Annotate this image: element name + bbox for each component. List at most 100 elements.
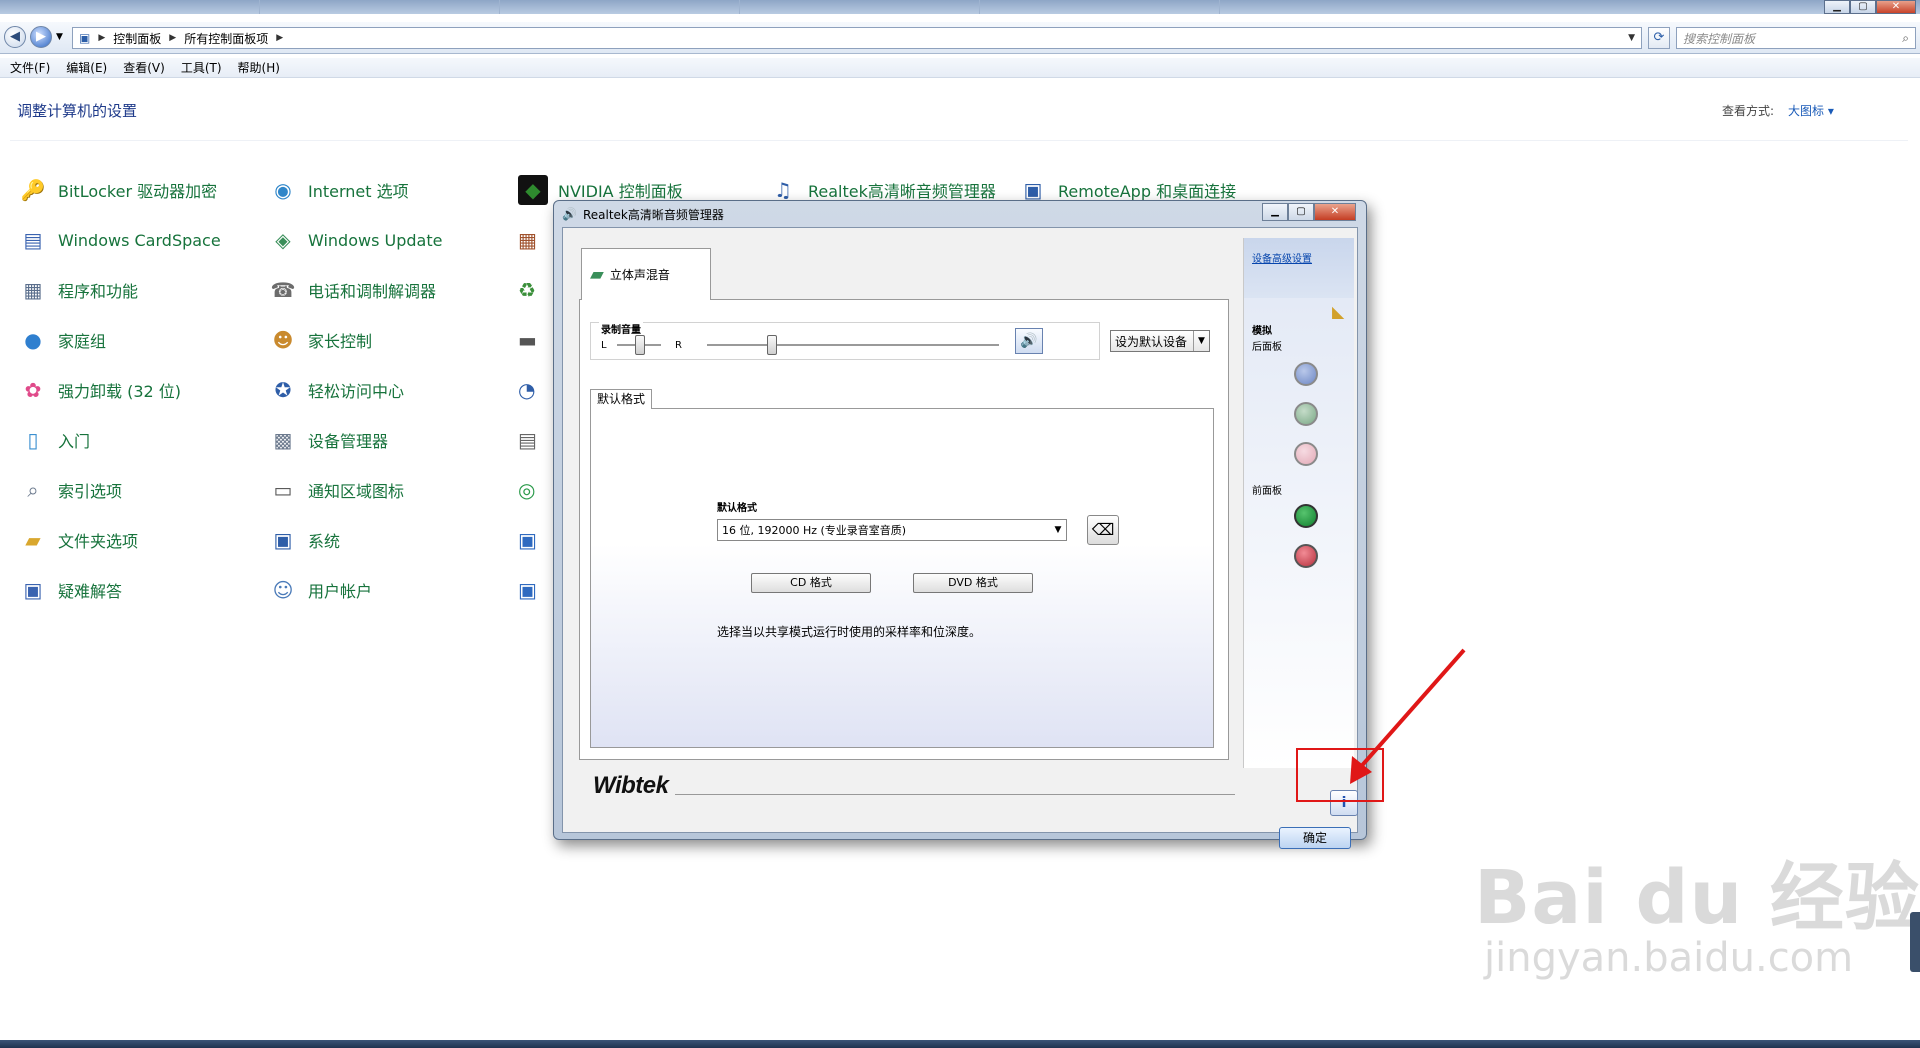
volume-track <box>707 344 999 346</box>
rear-jack-blue[interactable] <box>1294 362 1318 386</box>
tab-panel: 录制音量 L R 🔊 设为默认设备 ▼ 默认格式 默认格式 16 位, 1920… <box>579 299 1229 760</box>
rear-jack-pink[interactable] <box>1294 442 1318 466</box>
view-mode-dropdown[interactable]: 大图标 ▾ <box>1788 102 1834 119</box>
rear-panel-label: 后面板 <box>1252 342 1282 353</box>
printer-icon[interactable]: ▤ <box>518 428 537 452</box>
close-button[interactable]: ✕ <box>1876 0 1916 14</box>
analog-connectors: ◣ 模拟 后面板 前面板 <box>1244 298 1354 768</box>
cp-item-device-manager[interactable]: ▩ 设备管理器 <box>268 425 388 455</box>
chevron-right-icon[interactable]: ▶ <box>98 33 105 43</box>
maximize-button[interactable]: ▢ <box>1850 0 1876 14</box>
cp-item-windows-update[interactable]: ◈ Windows Update <box>268 225 442 255</box>
cp-item-label: 家庭组 <box>58 332 107 351</box>
window-controls: ▁ ▢ ✕ <box>1824 0 1916 14</box>
cp-item-folder-options[interactable]: ▰ 文件夹选项 <box>18 525 138 555</box>
front-jack-green[interactable] <box>1294 504 1318 528</box>
menu-view[interactable]: 查看(V) <box>123 59 165 76</box>
window-tab[interactable] <box>260 0 500 14</box>
ok-button[interactable]: 确定 <box>1279 827 1351 849</box>
forward-button[interactable]: ▶ <box>30 26 52 48</box>
back-button[interactable]: ◀ <box>4 26 26 48</box>
keyboard-icon[interactable]: ▬ <box>518 328 537 352</box>
rear-jack-green[interactable] <box>1294 402 1318 426</box>
refresh-button[interactable]: ⟳ <box>1648 27 1670 49</box>
dialog-maximize-button[interactable]: ▢ <box>1288 203 1314 221</box>
menu-help[interactable]: 帮助(H) <box>238 59 280 76</box>
search-icon[interactable]: ⌕ <box>1902 31 1909 46</box>
cp-item-ease-access[interactable]: ✪ 轻松访问中心 <box>268 375 404 405</box>
chevron-right-icon[interactable]: ▶ <box>276 33 283 43</box>
cp-item-cardspace[interactable]: ▤ Windows CardSpace <box>18 225 221 255</box>
chevron-down-icon[interactable]: ▼ <box>1050 525 1066 535</box>
menu-tools[interactable]: 工具(T) <box>181 59 222 76</box>
chevron-down-icon[interactable]: ▼ <box>1193 331 1209 351</box>
cp-item-label: 系统 <box>308 532 341 551</box>
address-input[interactable]: ▣ ▶ 控制面板 ▶ 所有控制面板项 ▶ ▼ <box>72 27 1642 49</box>
cp-item-troubleshoot[interactable]: ▣ 疑难解答 <box>18 575 122 605</box>
cp-item-label: RemoteApp 和桌面连接 <box>1058 182 1237 201</box>
window-tab[interactable] <box>500 0 740 14</box>
cp-item-programs[interactable]: ▦ 程序和功能 <box>18 275 138 305</box>
network-icon[interactable]: ▣ <box>518 578 537 602</box>
address-bar: ◀ ▶ ▼ ▣ ▶ 控制面板 ▶ 所有控制面板项 ▶ ▼ ⟳ 搜索控制面板 ⌕ <box>0 22 1920 54</box>
history-dropdown-icon[interactable]: ▼ <box>56 32 63 42</box>
watermark-main: Bai du 经验 <box>1474 855 1920 941</box>
cp-item-system[interactable]: ▣ 系统 <box>268 525 340 555</box>
dvd-format-button[interactable]: DVD 格式 <box>913 573 1033 593</box>
cp-item-uninstall[interactable]: ✿ 强力卸载 (32 位) <box>18 375 181 405</box>
minimize-button[interactable]: ▁ <box>1824 0 1850 14</box>
eraser-icon: ⌫ <box>1091 520 1115 539</box>
dialog-close-button[interactable]: ✕ <box>1314 203 1356 221</box>
volume-slider[interactable] <box>767 335 777 355</box>
address-dropdown-icon[interactable]: ▼ <box>1628 33 1635 43</box>
menu-edit[interactable]: 编辑(E) <box>66 59 107 76</box>
cp-item-notification-icons[interactable]: ▭ 通知区域图标 <box>268 475 404 505</box>
page-title: 调整计算机的设置 <box>17 102 138 120</box>
highlight-box <box>1296 748 1384 802</box>
power-icon[interactable]: ♻ <box>518 278 536 302</box>
menu-file[interactable]: 文件(F) <box>10 59 50 76</box>
window-tab[interactable] <box>40 0 260 14</box>
window-tab[interactable] <box>980 0 1220 14</box>
window-tab[interactable] <box>740 0 980 14</box>
windows-update-icon: ◈ <box>275 228 291 252</box>
side-handle[interactable] <box>1910 912 1920 972</box>
mute-button[interactable]: 🔊 <box>1015 328 1043 354</box>
datetime-icon[interactable]: ◔ <box>518 378 535 402</box>
sound-card-icon: ▰ <box>590 264 604 285</box>
breadcrumb-all-items[interactable]: 所有控制面板项 <box>184 30 268 47</box>
cp-item-parental-control[interactable]: ☻ 家长控制 <box>268 325 372 355</box>
system-icon: ▣ <box>273 528 293 552</box>
tab-stereo-mix[interactable]: ▰ 立体声混音 <box>581 248 711 300</box>
cp-item-internet-options[interactable]: ◉ Internet 选项 <box>268 175 408 205</box>
firewall-icon[interactable]: ▦ <box>518 228 537 252</box>
taskbar <box>0 1040 1920 1048</box>
balance-slider[interactable] <box>635 335 645 355</box>
cp-item-label: Windows CardSpace <box>58 230 221 250</box>
advanced-settings-link[interactable]: 设备高级设置 <box>1252 250 1312 265</box>
cd-format-button[interactable]: CD 格式 <box>751 573 871 593</box>
display-icon[interactable]: ▣ <box>518 528 537 552</box>
cp-item-homegroup[interactable]: ● 家庭组 <box>18 325 106 355</box>
chevron-right-icon[interactable]: ▶ <box>169 33 176 43</box>
dialog-titlebar[interactable]: 🔊 Realtek高清晰音频管理器 <box>554 201 1366 227</box>
cp-item-label: Realtek高清晰音频管理器 <box>808 182 996 201</box>
cp-item-indexing[interactable]: ⌕ 索引选项 <box>18 475 122 505</box>
front-jack-red[interactable] <box>1294 544 1318 568</box>
cp-item-getting-started[interactable]: ▯ 入门 <box>18 425 90 455</box>
cp-item-bitlocker[interactable]: 🔑 BitLocker 驱动器加密 <box>18 175 218 205</box>
default-format-select[interactable]: 16 位, 192000 Hz (专业录音室音质) ▼ <box>717 519 1067 541</box>
sync-icon[interactable]: ◎ <box>518 478 535 502</box>
set-default-device-button[interactable]: 设为默认设备 ▼ <box>1110 330 1210 352</box>
reset-format-button[interactable]: ⌫ <box>1087 515 1119 545</box>
breadcrumb-control-panel[interactable]: 控制面板 <box>113 30 161 47</box>
cp-item-phone-modem[interactable]: ☎ 电话和调制解调器 <box>268 275 436 305</box>
folder-icon[interactable]: ◣ <box>1332 302 1344 321</box>
tab-label: 默认格式 <box>597 392 646 406</box>
getting-started-icon: ▯ <box>27 428 39 452</box>
dialog-minimize-button[interactable]: ▁ <box>1262 203 1288 221</box>
tab-default-format[interactable]: 默认格式 <box>590 389 652 409</box>
search-input[interactable]: 搜索控制面板 ⌕ <box>1676 27 1916 49</box>
balance-right-label: R <box>675 340 682 351</box>
cp-item-user-accounts[interactable]: ☺ 用户帐户 <box>268 575 372 605</box>
